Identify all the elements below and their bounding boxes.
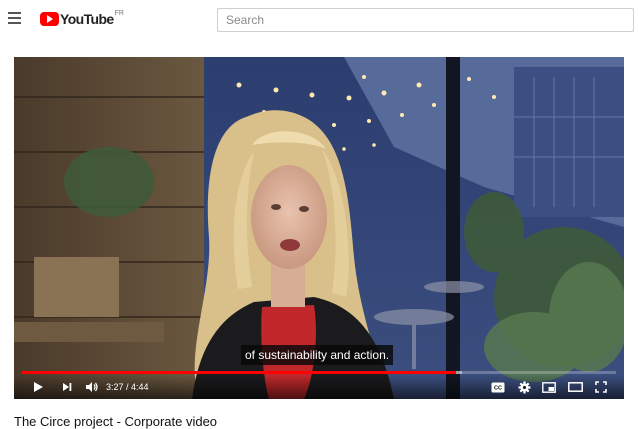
svg-text:CC: CC <box>494 385 502 391</box>
player-controls: 3:27 / 4:44 CC <box>14 375 624 399</box>
volume-icon[interactable] <box>82 375 102 399</box>
search-box[interactable] <box>217 8 634 32</box>
captions-icon[interactable]: CC <box>488 375 508 399</box>
video-title: The Circe project - Corporate video <box>14 414 218 429</box>
logo-text: YouTube <box>60 11 114 27</box>
logo-region: FR <box>114 9 124 17</box>
youtube-logo[interactable]: YouTube FR <box>40 10 124 28</box>
search-input[interactable] <box>218 9 633 31</box>
progress-bar[interactable] <box>22 371 616 374</box>
theater-mode-icon[interactable] <box>565 375 585 399</box>
miniplayer-icon[interactable] <box>539 375 559 399</box>
play-icon[interactable] <box>28 375 48 399</box>
masthead: YouTube FR <box>0 0 638 40</box>
progress-played <box>22 371 456 374</box>
caption-text: of sustainability and action. <box>241 345 394 365</box>
fullscreen-icon[interactable] <box>591 375 611 399</box>
video-player[interactable]: of sustainability and action. 3:27 / 4:4… <box>14 57 624 399</box>
time-display: 3:27 / 4:44 <box>106 382 149 392</box>
settings-icon[interactable] <box>514 375 534 399</box>
next-icon[interactable] <box>57 375 77 399</box>
menu-icon[interactable] <box>6 9 24 29</box>
logo-play-icon <box>40 12 59 26</box>
